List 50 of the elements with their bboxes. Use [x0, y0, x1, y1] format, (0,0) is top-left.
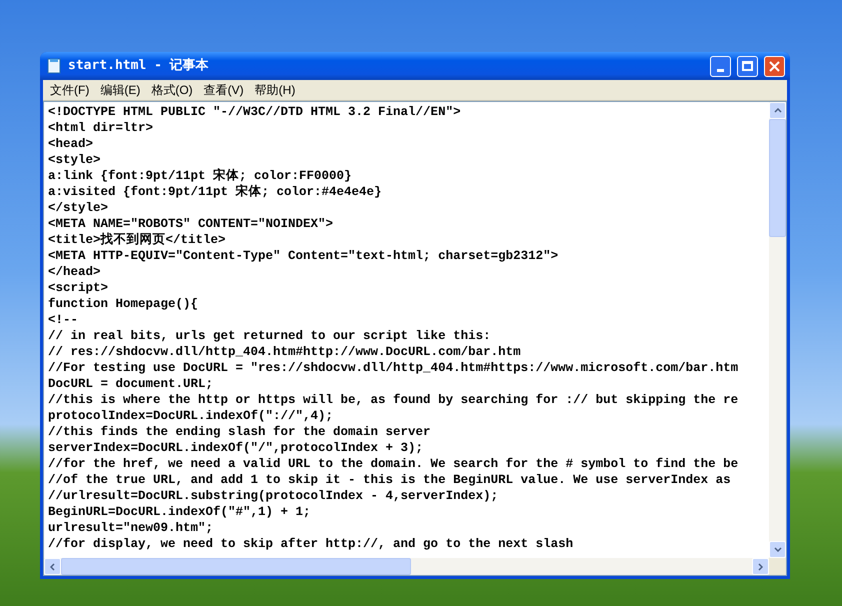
code-line: <META HTTP-EQUIV="Content-Type" Content="text-html; charset=gb2312">: [48, 248, 558, 264]
code-line: serverIndex=DocURL.indexOf("/",protocolIndex + 3);: [48, 440, 424, 456]
minimize-button[interactable]: [710, 56, 731, 76]
code-line: <html dir=ltr>: [48, 120, 154, 136]
chevron-down-icon: [774, 547, 782, 552]
chevron-up-icon: [774, 108, 782, 113]
scroll-left-button[interactable]: [44, 558, 61, 575]
code-line: function Homepage(){: [48, 296, 198, 312]
maximize-button[interactable]: [737, 56, 758, 76]
code-line: <!--: [48, 312, 78, 328]
code-line: //this is where the http or https will be, as found by searching for :// but skipping the re: [48, 392, 738, 408]
code-line: // res://shdocvw.dll/http_404.htm#http://www.DocURL.com/bar.htm: [48, 344, 521, 360]
notepad-icon: [46, 58, 62, 74]
code-line: <script>: [48, 280, 108, 296]
code-line: protocolIndex=DocURL.indexOf("://",4);: [48, 408, 334, 424]
code-line: <style>: [48, 152, 101, 168]
code-line: // in real bits, urls get returned to our script like this:: [48, 328, 491, 344]
code-line: <!DOCTYPE HTML PUBLIC "-//W3C//DTD HTML 3.2 Final//EN">: [48, 104, 461, 120]
code-line: //urlresult=DocURL.substring(protocolIndex - 4,serverIndex);: [48, 488, 498, 504]
code-line: DocURL = document.URL;: [48, 376, 214, 392]
code-line: BeginURL=DocURL.indexOf("#",1) + 1;: [48, 504, 311, 520]
code-line: <META NAME="ROBOTS" CONTENT="NOINDEX">: [48, 216, 334, 232]
scrollbar-thumb[interactable]: [769, 119, 786, 237]
window-title: start.html - 记事本: [68, 57, 210, 76]
menu-item[interactable]: 编辑(E): [95, 81, 146, 99]
code-line: //for display, we need to skip after http://, and go to the next slash: [48, 536, 574, 552]
code-line: //of the true URL, and add 1 to skip it - this is the BeginURL value. We use serverIndex as: [48, 472, 731, 488]
menu-item[interactable]: 帮助(H): [250, 81, 300, 99]
scroll-right-button[interactable]: [752, 558, 769, 575]
close-icon: [769, 60, 780, 72]
close-button[interactable]: [764, 56, 785, 76]
code-line: </head>: [48, 264, 101, 280]
code-line: </style>: [48, 200, 108, 216]
code-line: //for the href, we need a valid URL to the domain. We search for the # symbol to find the be: [48, 456, 738, 472]
code-line: //this finds the ending slash for the domain server: [48, 424, 431, 440]
menu-item[interactable]: 文件(F): [45, 81, 94, 99]
scroll-down-button[interactable]: [769, 541, 786, 558]
code-line: urlresult="new09.htm";: [48, 520, 214, 536]
menu-item[interactable]: 查看(V): [198, 81, 249, 99]
code-line: //For testing use DocURL = "res://shdocvw.dll/http_404.htm#https://www.microsoft.com/bar.htm: [48, 360, 738, 376]
horizontal-scrollbar-thumb[interactable]: [61, 558, 411, 575]
menu-item[interactable]: 格式(O): [146, 81, 198, 99]
scroll-up-button[interactable]: [769, 102, 786, 119]
code-line: a:link {font:9pt/11pt 宋体; color:FF0000}: [48, 168, 352, 184]
code-line: <title>找不到网页</title>: [48, 232, 226, 248]
code-line: <head>: [48, 136, 94, 152]
chevron-right-icon: [758, 562, 763, 570]
code-line: a:visited {font:9pt/11pt 宋体; color:#4e4e4e}: [48, 184, 382, 200]
resize-grip[interactable]: [769, 558, 786, 575]
chevron-left-icon: [50, 562, 55, 570]
